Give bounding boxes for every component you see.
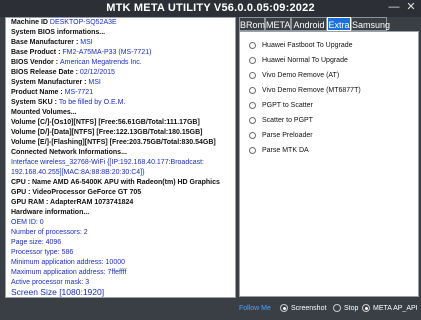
meta-ap-api-label: META AP_API bbox=[373, 305, 418, 312]
log-line: CPU : Name AMD A6-5400K APU with Radeon(… bbox=[11, 179, 220, 186]
option-label: Parse MTK DA bbox=[262, 147, 309, 154]
radio-icon bbox=[249, 101, 256, 109]
meta-ap-api-radio[interactable]: META AP_API bbox=[362, 304, 418, 314]
log-line: Minimum application address: 10000 bbox=[11, 259, 126, 266]
log-line: Page size: 4096 bbox=[11, 239, 62, 246]
log-line: System Manufacturer : MSI bbox=[11, 79, 101, 86]
radio-icon bbox=[249, 131, 256, 139]
log-line: Number of processors: 2 bbox=[11, 229, 88, 236]
footer-bar: Follow Me Screenshot Stop META AP_API bbox=[0, 299, 421, 320]
radio-icon bbox=[333, 304, 341, 313]
log-line: System BIOS informations... bbox=[11, 29, 106, 36]
option-label: Scatter to PGPT bbox=[262, 117, 313, 124]
option-pgpt-to-scatter[interactable]: PGPT to Scatter bbox=[249, 100, 313, 111]
stop-label: Stop bbox=[344, 305, 359, 312]
minimize-icon[interactable]: — bbox=[388, 1, 400, 14]
log-line: Machine ID DESKTOP-SQ52A3E bbox=[11, 19, 117, 26]
log-line: Volume [D/]-[Data][NTFS] [Free:122.13GB/… bbox=[11, 129, 203, 136]
log-line: Base Product : FM2-A75MA-P33 (MS-7721) bbox=[11, 49, 152, 56]
follow-me-link[interactable]: Follow Me bbox=[239, 305, 271, 312]
radio-icon bbox=[249, 71, 256, 79]
option-parse-preloader[interactable]: Parse Preloader bbox=[249, 130, 313, 141]
log-line: BIOS Vendor : American Megatrends Inc. bbox=[11, 59, 142, 66]
log-line: Connected Network Informations... bbox=[11, 149, 127, 156]
tab-bar: BRom META Android Extra Samsung bbox=[239, 17, 419, 31]
screen-size-line: Screen Size [1080:1920] bbox=[11, 287, 105, 297]
log-line: OEM ID: 0 bbox=[11, 219, 44, 226]
tab-samsung[interactable]: Samsung bbox=[351, 17, 390, 31]
stop-radio[interactable]: Stop bbox=[333, 304, 358, 314]
radio-icon bbox=[249, 41, 256, 49]
option-label: Vivo Demo Remove (AT) bbox=[262, 72, 340, 79]
log-line: BIOS Release Date : 02/12/2015 bbox=[11, 69, 115, 76]
close-icon[interactable]: ✕ bbox=[405, 1, 417, 14]
log-line: Product Name : MS-7721 bbox=[11, 89, 94, 96]
title-bar: MTK META UTILITY V56.0.0.05:09:2022 — ✕ bbox=[0, 0, 421, 17]
log-line: 192.168.40.255][MAC:8A:88:8B:20:30:C4]} bbox=[11, 169, 145, 176]
option-huawei-fastboot[interactable]: Huawei Fastboot To Upgrade bbox=[249, 40, 353, 51]
option-scatter-to-pgpt[interactable]: Scatter to PGPT bbox=[249, 115, 313, 126]
tab-meta[interactable]: META bbox=[265, 17, 291, 31]
radio-selected-icon bbox=[280, 304, 288, 313]
option-vivo-demo-at[interactable]: Vivo Demo Remove (AT) bbox=[249, 70, 339, 81]
radio-icon bbox=[249, 86, 256, 94]
log-line: Processor type: 586 bbox=[11, 249, 74, 256]
option-label: Parse Preloader bbox=[262, 132, 313, 139]
log-line: Base Manufacturer : MSI bbox=[11, 39, 93, 46]
tab-extra[interactable]: Extra bbox=[327, 17, 351, 31]
log-line: Maximum application address: 7ffeffff bbox=[11, 269, 127, 276]
log-line: Mounted Volumes... bbox=[11, 109, 77, 116]
option-parse-mtk-da[interactable]: Parse MTK DA bbox=[249, 145, 309, 156]
option-label: Huawei Fastboot To Upgrade bbox=[262, 42, 353, 49]
log-line: Volume [C/]-[Os10][NTFS] [Free:56.61GB/T… bbox=[11, 119, 200, 126]
screenshot-radio[interactable]: Screenshot bbox=[280, 304, 326, 314]
radio-icon bbox=[249, 146, 256, 154]
radio-selected-icon bbox=[362, 304, 370, 313]
radio-icon bbox=[249, 56, 256, 64]
option-label: PGPT to Scatter bbox=[262, 102, 313, 109]
option-vivo-demo-mt6877t[interactable]: Vivo Demo Remove (MT6877T) bbox=[249, 85, 361, 96]
tab-android[interactable]: Android bbox=[291, 17, 327, 31]
log-line: System SKU : To be filled by O.E.M. bbox=[11, 99, 126, 106]
log-line: Interface wireless_32768-WiFi {[IP:192.1… bbox=[11, 159, 204, 166]
radio-icon bbox=[249, 116, 256, 124]
log-line: GPU RAM : AdapterRAM 1073741824 bbox=[11, 199, 134, 206]
option-label: Huawei Normal To Upgrade bbox=[262, 57, 348, 64]
option-huawei-normal[interactable]: Huawei Normal To Upgrade bbox=[249, 55, 348, 66]
window-title: MTK META UTILITY V56.0.0.05:09:2022 bbox=[106, 2, 315, 14]
screenshot-label: Screenshot bbox=[291, 305, 327, 312]
app-window: MTK META UTILITY V56.0.0.05:09:2022 — ✕ … bbox=[0, 0, 421, 320]
tab-brom[interactable]: BRom bbox=[239, 17, 265, 31]
log-output[interactable]: Machine ID DESKTOP-SQ52A3E System BIOS i… bbox=[5, 17, 236, 298]
option-label: Vivo Demo Remove (MT6877T) bbox=[262, 87, 361, 94]
extra-panel: Huawei Fastboot To Upgrade Huawei Normal… bbox=[239, 31, 419, 297]
log-line: Hardware information... bbox=[11, 209, 90, 216]
log-line: Volume [E/]-[Flashing][NTFS] [Free:203.7… bbox=[11, 139, 216, 146]
log-line: GPU : VideoProcessor GeForce GT 705 bbox=[11, 189, 142, 196]
